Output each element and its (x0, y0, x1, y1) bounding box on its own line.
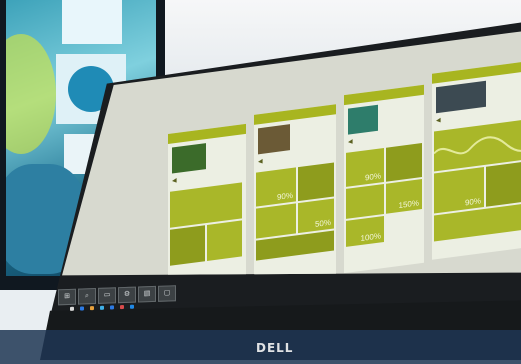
tray-icon[interactable] (100, 305, 104, 310)
settings-icon[interactable]: ⚙ (118, 286, 136, 304)
dashboard-panels: ◀ ◀ 90% 50% ◀ 90% 150% 100% ◀ 90% (122, 30, 521, 276)
stat-tile (170, 225, 205, 266)
device-image (348, 104, 378, 135)
panel-header (254, 104, 336, 125)
stat-tile: 90% (346, 147, 384, 187)
search-icon[interactable]: ⌕ (78, 287, 96, 305)
start-icon[interactable]: ⊞ (58, 288, 76, 306)
tray-icon[interactable] (70, 306, 74, 311)
tile-value: 150% (398, 198, 419, 211)
tile-value: 90% (464, 196, 481, 208)
stat-tile: 150% (386, 179, 422, 214)
device-panel[interactable]: ◀ 90% 150% 100% (344, 84, 424, 274)
stat-tile: 100% (346, 215, 384, 247)
panel-header (168, 123, 246, 145)
file-icon[interactable]: ▤ (138, 285, 156, 303)
device-image (258, 124, 290, 155)
prev-arrow-icon[interactable]: ◀ (258, 158, 263, 166)
window-icon[interactable]: ▢ (158, 285, 176, 302)
prev-arrow-icon[interactable]: ◀ (436, 117, 441, 125)
gauge-tile (486, 159, 521, 207)
panel-header (432, 59, 521, 84)
tray-icon[interactable] (80, 306, 84, 311)
gauge-tile (386, 143, 422, 182)
tray-icon[interactable] (110, 305, 114, 310)
stat-tile: 50% (298, 198, 334, 234)
stat-tile (207, 220, 242, 261)
photo-scene: ◀ ◀ 90% 50% ◀ 90% 150% 100% ◀ 90% ⊞ ⌕ ▭ … (0, 0, 521, 364)
brand-logo: DELL (256, 341, 294, 355)
monitor-screen: ◀ ◀ 90% 50% ◀ 90% 150% 100% ◀ 90% (62, 30, 521, 276)
device-image (172, 143, 206, 174)
stat-tile (346, 183, 384, 219)
task-view-icon[interactable]: ▭ (98, 287, 116, 304)
panel-header (344, 84, 424, 106)
tile-value: 100% (360, 231, 381, 244)
device-panel[interactable]: ◀ ▶ 90% (432, 59, 521, 260)
tray-icon[interactable] (120, 305, 124, 310)
device-image (436, 80, 486, 114)
main-monitor: ◀ ◀ 90% 50% ◀ 90% 150% 100% ◀ 90% ⊞ ⌕ ▭ … (0, 0, 521, 364)
stat-tile (256, 203, 296, 239)
tile-value: 90% (364, 171, 381, 183)
tray-icon[interactable] (130, 304, 134, 309)
prev-arrow-icon[interactable]: ◀ (348, 138, 353, 146)
tile-value: 50% (314, 217, 331, 229)
tray-icon[interactable] (90, 306, 94, 311)
device-panel[interactable]: ◀ 90% 50% (254, 104, 336, 276)
tile-value: 90% (276, 190, 293, 202)
gauge-tile (298, 162, 334, 202)
stat-tile: 90% (434, 166, 484, 214)
stat-tile: 90% (256, 167, 296, 207)
prev-arrow-icon[interactable]: ◀ (172, 177, 177, 185)
